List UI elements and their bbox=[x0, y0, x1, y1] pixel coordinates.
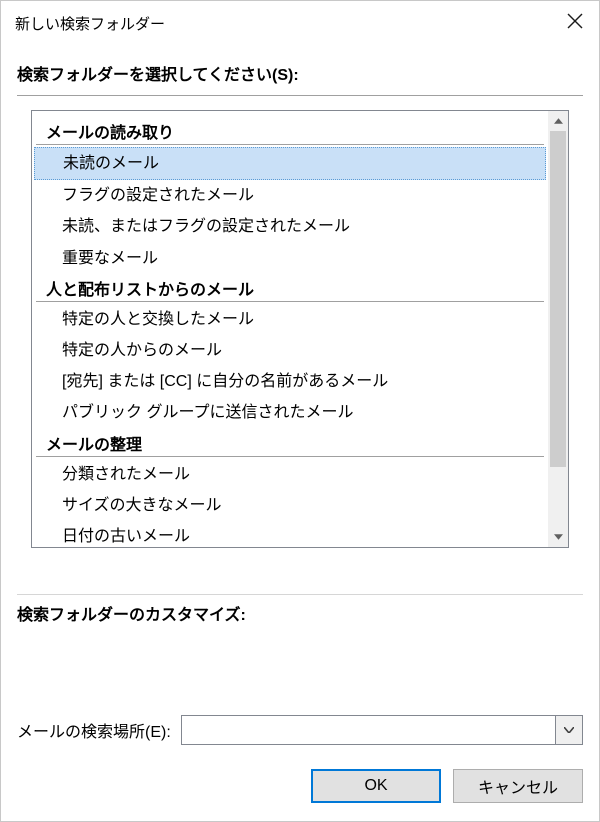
list-group-header: メールの読み取り bbox=[36, 117, 544, 145]
titlebar: 新しい検索フォルダー bbox=[1, 1, 599, 49]
list-item[interactable]: 重要なメール bbox=[34, 243, 546, 274]
chevron-up-icon bbox=[554, 118, 563, 124]
list-group: メールの整理分類されたメールサイズの大きなメール日付の古いメール添付ファイルのあ… bbox=[34, 429, 546, 548]
list-group: メールの読み取り未読のメールフラグの設定されたメール未読、またはフラグの設定され… bbox=[34, 117, 546, 274]
list-group-header: メールの整理 bbox=[36, 429, 544, 457]
list-item[interactable]: [宛先] または [CC] に自分の名前があるメール bbox=[34, 366, 546, 397]
search-location-input[interactable] bbox=[181, 715, 555, 745]
close-icon bbox=[567, 13, 583, 29]
list-item[interactable]: 未読、またはフラグの設定されたメール bbox=[34, 211, 546, 242]
divider bbox=[17, 594, 583, 595]
close-button[interactable] bbox=[557, 9, 593, 35]
list-item[interactable]: 日付の古いメール bbox=[34, 521, 546, 547]
divider bbox=[17, 95, 583, 96]
list-item[interactable]: フラグの設定されたメール bbox=[34, 180, 546, 211]
scroll-thumb[interactable] bbox=[550, 131, 566, 467]
dialog-title: 新しい検索フォルダー bbox=[15, 13, 165, 34]
list-item[interactable]: 特定の人からのメール bbox=[34, 335, 546, 366]
scroll-up-button[interactable] bbox=[548, 111, 568, 131]
list-item[interactable]: パブリック グループに送信されたメール bbox=[34, 397, 546, 428]
list-item[interactable]: 未読のメール bbox=[34, 147, 546, 180]
new-search-folder-dialog: 新しい検索フォルダー 検索フォルダーを選択してください(S): メールの読み取り… bbox=[0, 0, 600, 822]
list-inner: メールの読み取り未読のメールフラグの設定されたメール未読、またはフラグの設定され… bbox=[32, 111, 548, 547]
search-location-combobox[interactable] bbox=[181, 715, 583, 745]
search-folder-list[interactable]: メールの読み取り未読のメールフラグの設定されたメール未読、またはフラグの設定され… bbox=[31, 110, 569, 548]
scroll-track[interactable] bbox=[548, 131, 568, 527]
chevron-down-icon bbox=[564, 727, 574, 733]
dialog-content: 検索フォルダーを選択してください(S): メールの読み取り未読のメールフラグの設… bbox=[1, 49, 599, 588]
select-folder-label: 検索フォルダーを選択してください(S): bbox=[17, 61, 583, 85]
list-group-header: 人と配布リストからのメール bbox=[36, 274, 544, 302]
customize-section: 検索フォルダーのカスタマイズ: bbox=[1, 601, 599, 629]
ok-button[interactable]: OK bbox=[311, 769, 441, 803]
search-location-label: メールの検索場所(E): bbox=[17, 718, 171, 742]
scrollbar[interactable] bbox=[548, 111, 568, 547]
search-location-row: メールの検索場所(E): bbox=[1, 635, 599, 751]
dialog-buttons: OK キャンセル bbox=[1, 757, 599, 821]
cancel-button[interactable]: キャンセル bbox=[453, 769, 583, 803]
list-item[interactable]: 分類されたメール bbox=[34, 459, 546, 490]
list-group: 人と配布リストからのメール特定の人と交換したメール特定の人からのメール[宛先] … bbox=[34, 274, 546, 429]
customize-label: 検索フォルダーのカスタマイズ: bbox=[17, 601, 583, 625]
list-item[interactable]: 特定の人と交換したメール bbox=[34, 304, 546, 335]
scroll-down-button[interactable] bbox=[548, 527, 568, 547]
chevron-down-icon bbox=[554, 534, 563, 540]
list-item[interactable]: サイズの大きなメール bbox=[34, 490, 546, 521]
combobox-dropdown-button[interactable] bbox=[555, 715, 583, 745]
